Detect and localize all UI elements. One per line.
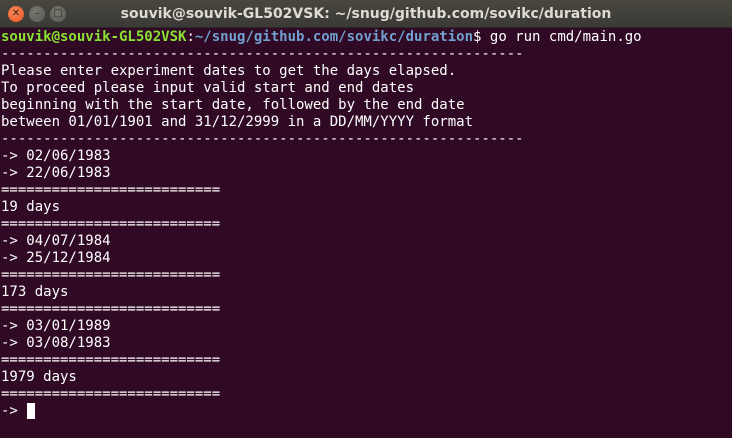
output-line: ========================== — [1, 182, 221, 198]
output-line: 19 days — [1, 199, 61, 215]
output-line: -> 03/01/1989 — [1, 318, 111, 334]
output-line: between 01/01/1901 and 31/12/2999 in a D… — [1, 114, 474, 130]
output-line: 173 days — [1, 284, 69, 300]
output-line: ========================== — [1, 352, 221, 368]
terminal-window: ✕ – □ souvik@souvik-GL502VSK: ~/snug/git… — [0, 0, 732, 438]
output-line: -> 25/12/1984 — [1, 250, 111, 266]
output-line: ----------------------------------------… — [1, 131, 524, 147]
input-line[interactable]: -> — [1, 403, 731, 420]
output-line: ========================== — [1, 301, 221, 317]
prompt-command: go run cmd/main.go — [481, 29, 642, 45]
output-line: -> 04/07/1984 — [1, 233, 111, 249]
output-line: To proceed please input valid start and … — [1, 80, 415, 96]
prompt-user-host: souvik@souvik-GL502VSK — [1, 29, 187, 45]
prompt-separator: : — [186, 29, 195, 45]
output-line: 1979 days — [1, 369, 77, 385]
input-prompt: -> — [1, 403, 27, 419]
output-line: ========================== — [1, 267, 221, 283]
output-line: beginning with the start date, followed … — [1, 97, 465, 113]
window-title: souvik@souvik-GL502VSK: ~/snug/github.co… — [120, 6, 612, 22]
output-line: -> 02/06/1983 — [1, 148, 111, 164]
prompt-path: ~/snug/github.com/sovikc/duration — [194, 29, 474, 45]
output-line: ========================== — [1, 216, 221, 232]
terminal-area[interactable]: souvik@souvik-GL502VSK:~/snug/github.com… — [1, 29, 731, 438]
output-line: ----------------------------------------… — [1, 46, 524, 62]
output-line: ========================== — [1, 386, 221, 402]
title-bar[interactable]: ✕ – □ souvik@souvik-GL502VSK: ~/snug/git… — [0, 0, 732, 28]
output-line: -> 22/06/1983 — [1, 165, 111, 181]
output-line: Please enter experiment dates to get the… — [1, 63, 457, 79]
output-line: -> 03/08/1983 — [1, 335, 111, 351]
text-cursor[interactable] — [27, 403, 36, 419]
prompt-line: souvik@souvik-GL502VSK:~/snug/github.com… — [1, 29, 731, 46]
